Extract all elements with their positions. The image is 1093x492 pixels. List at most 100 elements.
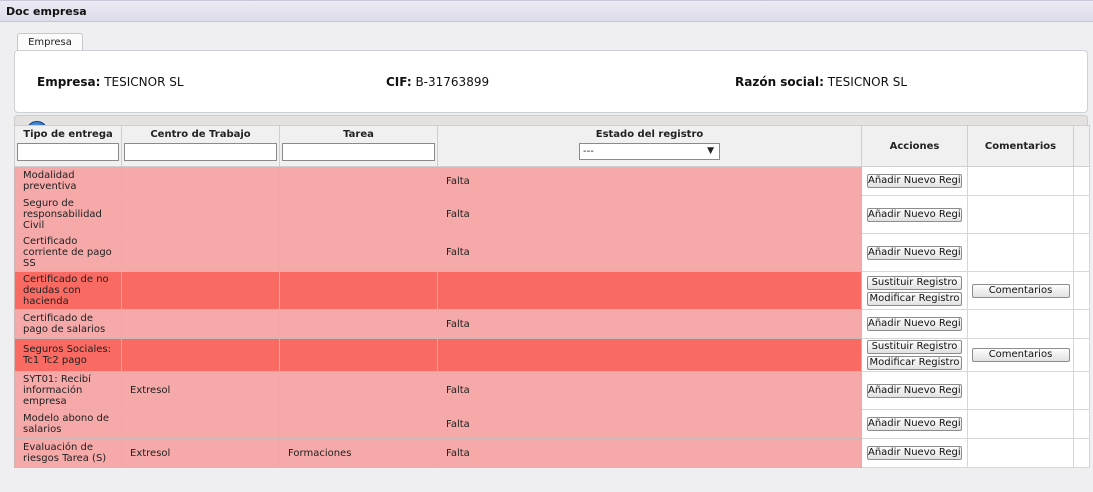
cell-extra xyxy=(1073,338,1090,372)
cell-tarea xyxy=(279,338,438,372)
estado-filter-select[interactable]: --- ▼ xyxy=(579,143,720,160)
col-centro-label: Centro de Trabajo xyxy=(150,129,251,140)
cif-value: B-31763899 xyxy=(415,75,490,89)
cell-centro xyxy=(121,409,280,439)
table-row: Seguros Sociales: Tc1 Tc2 pago Sustituir … xyxy=(14,338,1090,372)
cell-tipo: Certificado de no deudas con hacienda xyxy=(14,271,122,310)
cell-tipo: Seguro de responsabilidad Civil xyxy=(14,195,122,234)
cell-estado: Falta xyxy=(437,309,862,339)
cell-tipo: Seguros Sociales: Tc1 Tc2 pago xyxy=(14,338,122,372)
cell-extra xyxy=(1073,438,1090,468)
razon-social-value: TESICNOR SL xyxy=(827,75,908,89)
col-comentarios-label: Comentarios xyxy=(984,141,1057,152)
tab-empresa[interactable]: Empresa xyxy=(17,33,83,51)
cif-label: CIF: xyxy=(386,75,412,89)
razon-social-label: Razón social: xyxy=(735,75,824,89)
centro-filter-input[interactable] xyxy=(124,143,277,161)
col-estado-label: Estado del registro xyxy=(595,129,704,140)
cell-estado: Falta xyxy=(437,409,862,439)
cell-comentarios xyxy=(967,409,1074,439)
cell-estado xyxy=(437,338,862,372)
cell-estado: Falta xyxy=(437,166,862,196)
cell-tipo: Certificado corriente de pago SS xyxy=(14,233,122,272)
cell-centro xyxy=(121,338,280,372)
estado-filter-value: --- xyxy=(583,146,594,157)
table-header-row: Tipo de entrega Centro de Trabajo Tarea … xyxy=(14,125,1090,167)
col-acciones-label: Acciones xyxy=(889,141,940,152)
cell-centro xyxy=(121,195,280,234)
cell-extra xyxy=(1073,195,1090,234)
cell-centro: Extresol xyxy=(121,438,280,468)
col-tarea-header: Tarea xyxy=(279,125,438,167)
chevron-down-icon: ▼ xyxy=(707,146,714,156)
cell-extra xyxy=(1073,233,1090,272)
anadir-nuevo-registro-button[interactable]: Añadir Nuevo Registro xyxy=(867,446,962,460)
cell-acciones: Sustituir Registro Modificar Registro xyxy=(861,271,968,310)
cell-comentarios: Comentarios xyxy=(967,271,1074,310)
col-tipo-header: Tipo de entrega xyxy=(14,125,122,167)
cell-acciones: Añadir Nuevo Registro xyxy=(861,371,968,410)
col-estado-header: Estado del registro --- ▼ xyxy=(437,125,862,167)
anadir-nuevo-registro-button[interactable]: Añadir Nuevo Registro xyxy=(867,383,962,398)
cell-estado: Falta xyxy=(437,371,862,410)
cell-tarea xyxy=(279,271,438,310)
table-row: SYT01: Recibí información empresa Extreso… xyxy=(14,371,1090,410)
cell-acciones: Añadir Nuevo Registro xyxy=(861,195,968,234)
cell-estado xyxy=(437,271,862,310)
modificar-registro-button[interactable]: Modificar Registro xyxy=(867,291,962,306)
table-row: Modelo abono de salarios Falta Añadir Nuev… xyxy=(14,409,1090,439)
window-title: Doc empresa xyxy=(6,5,87,18)
empresa-field: Empresa: TESICNOR SL xyxy=(37,75,184,89)
tarea-filter-input[interactable] xyxy=(282,143,435,161)
razon-social-field: Razón social: TESICNOR SL xyxy=(735,75,907,89)
tipo-filter-input[interactable] xyxy=(17,143,119,161)
cell-estado: Falta xyxy=(437,438,862,468)
table-row: Certificado de no deudas con hacienda Sus… xyxy=(14,271,1090,310)
cell-comentarios xyxy=(967,195,1074,234)
cell-tarea xyxy=(279,233,438,272)
cell-tarea: Formaciones xyxy=(279,438,438,468)
cell-estado: Falta xyxy=(437,195,862,234)
cell-tipo: Evaluación de riesgos Tarea (S) xyxy=(14,438,122,468)
anadir-nuevo-registro-button[interactable]: Añadir Nuevo Registro xyxy=(867,417,962,431)
col-centro-header: Centro de Trabajo xyxy=(121,125,280,167)
table-row: Seguro de responsabilidad Civil Falta Añad… xyxy=(14,195,1090,234)
cell-tarea xyxy=(279,371,438,410)
cell-acciones: Añadir Nuevo Registro xyxy=(861,309,968,339)
table-row: Certificado de pago de salarios Falta Añad… xyxy=(14,309,1090,339)
cell-centro xyxy=(121,309,280,339)
anadir-nuevo-registro-button[interactable]: Añadir Nuevo Registro xyxy=(867,207,962,222)
anadir-nuevo-registro-button[interactable]: Añadir Nuevo Registro xyxy=(867,174,962,188)
sustituir-registro-button[interactable]: Sustituir Registro xyxy=(867,340,962,354)
cell-estado: Falta xyxy=(437,233,862,272)
comentarios-button[interactable]: Comentarios xyxy=(971,348,1070,362)
window-titlebar: Doc empresa xyxy=(0,0,1093,22)
table-row: Modalidad preventiva Falta Añadir Nuevo Re… xyxy=(14,166,1090,196)
cell-centro xyxy=(121,271,280,310)
sustituir-registro-button[interactable]: Sustituir Registro xyxy=(867,275,962,290)
cell-tipo: SYT01: Recibí información empresa xyxy=(14,371,122,410)
cell-tarea xyxy=(279,166,438,196)
cell-extra xyxy=(1073,166,1090,196)
cell-extra xyxy=(1073,271,1090,310)
cell-comentarios xyxy=(967,233,1074,272)
cell-extra xyxy=(1073,371,1090,410)
col-tipo-label: Tipo de entrega xyxy=(23,129,113,140)
cell-tarea xyxy=(279,195,438,234)
anadir-nuevo-registro-button[interactable]: Añadir Nuevo Registro xyxy=(867,245,962,260)
cell-comentarios xyxy=(967,166,1074,196)
cell-tarea xyxy=(279,309,438,339)
comentarios-button[interactable]: Comentarios xyxy=(971,283,1070,298)
documents-table: Tipo de entrega Centro de Trabajo Tarea … xyxy=(14,125,1090,468)
anadir-nuevo-registro-button[interactable]: Añadir Nuevo Registro xyxy=(867,317,962,331)
cell-centro xyxy=(121,233,280,272)
empresa-label: Empresa: xyxy=(37,75,101,89)
cell-centro xyxy=(121,166,280,196)
cell-tipo: Modalidad preventiva xyxy=(14,166,122,196)
cell-comentarios xyxy=(967,371,1074,410)
modificar-registro-button[interactable]: Modificar Registro xyxy=(867,356,962,370)
col-acciones-header: Acciones xyxy=(861,125,968,167)
col-tarea-label: Tarea xyxy=(343,129,374,140)
cell-extra xyxy=(1073,309,1090,339)
cell-tarea xyxy=(279,409,438,439)
